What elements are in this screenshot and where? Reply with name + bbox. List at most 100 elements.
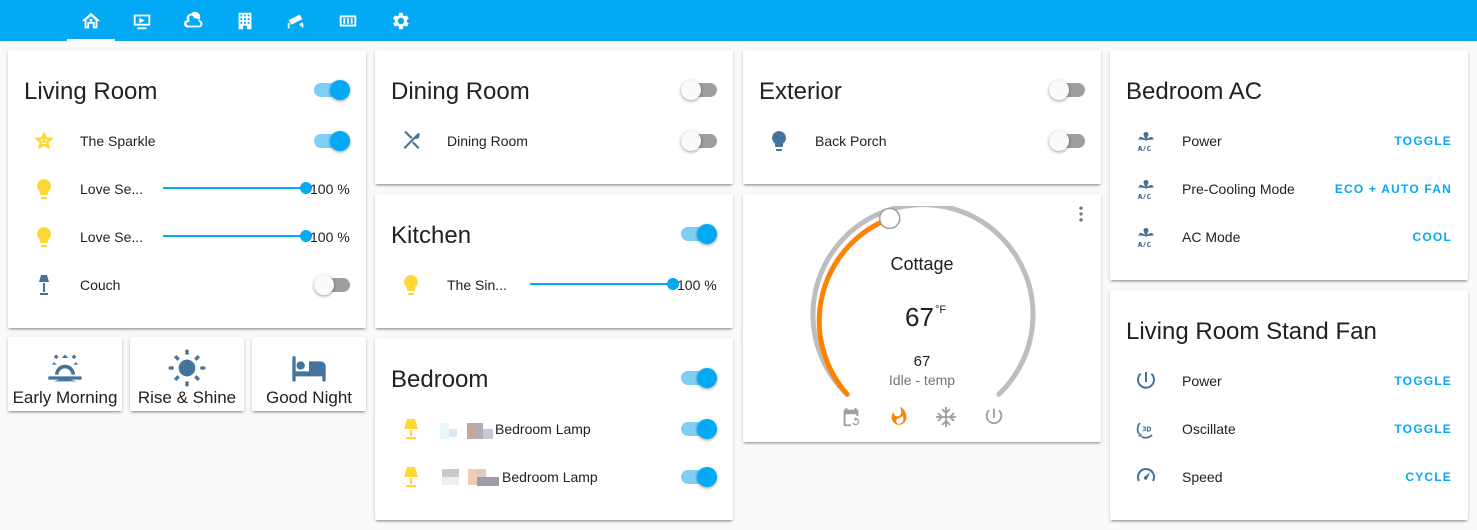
thermostat-name: Cottage bbox=[890, 254, 954, 274]
sun-icon bbox=[168, 349, 206, 387]
ac-power-toggle-button[interactable]: TOGGLE bbox=[1394, 134, 1452, 148]
lightbulb-icon bbox=[759, 129, 799, 153]
mode-off-button[interactable] bbox=[983, 406, 1005, 428]
top-toolbar bbox=[0, 0, 1477, 41]
tab-memory[interactable] bbox=[324, 0, 372, 41]
star-face-icon bbox=[24, 129, 64, 153]
redacted-block bbox=[442, 469, 459, 477]
card-title: Dining Room bbox=[391, 78, 530, 105]
mode-auto-button[interactable] bbox=[840, 406, 862, 428]
entity-name: AC Mode bbox=[1182, 229, 1241, 245]
entity-row-ac-mode: AC Mode COOL bbox=[1126, 217, 1452, 257]
hvac-status: Idle - temp bbox=[888, 372, 956, 388]
tab-weather[interactable] bbox=[170, 0, 218, 41]
speed-cycle-button[interactable]: CYCLE bbox=[1405, 470, 1452, 484]
entity-row-bedroom-lamp-2: Bedroom Lamp bbox=[391, 457, 717, 497]
silverware-icon bbox=[391, 129, 431, 153]
air-conditioner-icon bbox=[1126, 177, 1166, 201]
lightbulb-icon bbox=[24, 177, 64, 201]
more-options-button[interactable] bbox=[1071, 204, 1091, 224]
the-sink-brightness-slider[interactable] bbox=[530, 274, 679, 294]
back-porch-toggle[interactable] bbox=[1049, 131, 1085, 151]
bedroom-master-toggle[interactable] bbox=[681, 368, 717, 388]
speedometer-icon bbox=[1126, 465, 1166, 489]
floor-lamp-icon bbox=[24, 273, 64, 297]
scene-label: Good Night bbox=[266, 388, 352, 407]
brightness-value: 100 % bbox=[677, 277, 717, 293]
ac-mode-button[interactable]: COOL bbox=[1413, 230, 1452, 244]
entity-name: Pre-Cooling Mode bbox=[1182, 181, 1295, 197]
card-title: Kitchen bbox=[391, 222, 472, 249]
exterior-card: Exterior Back Porch bbox=[743, 50, 1101, 184]
entity-row-the-sparkle: The Sparkle bbox=[24, 121, 350, 161]
tab-media[interactable] bbox=[118, 0, 166, 41]
building-icon bbox=[238, 12, 252, 29]
tab-home[interactable] bbox=[67, 0, 115, 41]
love-seat-1-brightness-slider[interactable] bbox=[163, 178, 312, 198]
redacted-block bbox=[449, 429, 457, 437]
fire-icon bbox=[891, 406, 907, 425]
entity-row-love-seat-1: Love Se... 100 % bbox=[24, 169, 350, 209]
entity-name: Love Se... bbox=[80, 181, 144, 197]
card-title: Exterior bbox=[759, 78, 842, 105]
tab-building[interactable] bbox=[221, 0, 269, 41]
entity-row-speed: Speed CYCLE bbox=[1126, 457, 1452, 497]
living-room-master-toggle[interactable] bbox=[314, 80, 350, 100]
love-seat-2-brightness-slider[interactable] bbox=[163, 226, 312, 246]
thermostat-card: Cottage 67 °F 67 Idle - temp bbox=[743, 194, 1101, 442]
kitchen-card: Kitchen The Sin... 100 % bbox=[375, 194, 733, 328]
temperature-unit: °F bbox=[935, 304, 947, 316]
lightbulb-icon bbox=[24, 225, 64, 249]
bedroom-lamp-2-toggle[interactable] bbox=[681, 467, 717, 487]
scene-good-night-button[interactable]: Good Night bbox=[252, 337, 366, 411]
setpoint-handle[interactable] bbox=[878, 207, 901, 230]
kitchen-master-toggle[interactable] bbox=[681, 224, 717, 244]
scene-rise-and-shine-button[interactable]: Rise & Shine bbox=[130, 337, 244, 411]
entity-name: Bedroom Lamp bbox=[495, 421, 591, 437]
entity-name: Back Porch bbox=[815, 133, 887, 149]
couch-toggle[interactable] bbox=[314, 275, 350, 295]
current-temperature: 67 bbox=[913, 353, 931, 370]
stand-fan-card: Living Room Stand Fan Power TOGGLE Oscil… bbox=[1110, 290, 1468, 520]
mode-heat-button[interactable] bbox=[888, 406, 910, 428]
dining-room-master-toggle[interactable] bbox=[681, 80, 717, 100]
brightness-value: 100 % bbox=[310, 229, 350, 245]
entity-row-dining-room: Dining Room bbox=[391, 121, 717, 161]
brightness-value: 100 % bbox=[310, 181, 350, 197]
scene-label: Rise & Shine bbox=[137, 388, 237, 407]
redacted-block bbox=[440, 423, 449, 439]
entity-row-fan-power: Power TOGGLE bbox=[1126, 361, 1452, 401]
bed-icon bbox=[292, 356, 326, 382]
the-sparkle-toggle[interactable] bbox=[314, 131, 350, 151]
target-temperature: 67 bbox=[905, 302, 934, 332]
mode-cool-button[interactable] bbox=[935, 406, 957, 428]
card-title: Living Room bbox=[24, 78, 158, 105]
bedroom-ac-card: Bedroom AC Power TOGGLE Pre-Cooling Mode… bbox=[1110, 50, 1468, 280]
redacted-block bbox=[467, 423, 475, 439]
air-conditioner-icon bbox=[1126, 225, 1166, 249]
tab-settings[interactable] bbox=[376, 0, 424, 41]
lamp-icon bbox=[391, 417, 431, 441]
scene-early-morning-button[interactable]: Early Morning bbox=[8, 337, 122, 411]
entity-name: Speed bbox=[1182, 469, 1223, 485]
bedroom-lamp-1-toggle[interactable] bbox=[681, 419, 717, 439]
sunrise-icon bbox=[48, 354, 82, 382]
card-title: Bedroom bbox=[391, 366, 489, 393]
exterior-master-toggle[interactable] bbox=[1049, 80, 1085, 100]
dining-room-toggle[interactable] bbox=[681, 131, 717, 151]
oscillate-toggle-button[interactable]: TOGGLE bbox=[1394, 422, 1452, 436]
fan-power-toggle-button[interactable]: TOGGLE bbox=[1394, 374, 1452, 388]
pre-cooling-mode-button[interactable]: ECO + AUTO FAN bbox=[1335, 182, 1452, 196]
redacted-block bbox=[483, 429, 493, 439]
entity-row-ac-power: Power TOGGLE bbox=[1126, 121, 1452, 161]
redacted-block bbox=[475, 423, 483, 439]
tab-security-camera[interactable] bbox=[272, 0, 320, 41]
entity-row-couch: Couch bbox=[24, 265, 350, 305]
memory-icon bbox=[339, 15, 357, 26]
redacted-block bbox=[477, 477, 499, 486]
entity-name: Bedroom Lamp bbox=[502, 469, 598, 485]
power-icon bbox=[985, 408, 1003, 425]
redacted-block bbox=[442, 477, 459, 485]
entity-name: Couch bbox=[80, 277, 121, 293]
entity-name: Oscillate bbox=[1182, 421, 1236, 437]
